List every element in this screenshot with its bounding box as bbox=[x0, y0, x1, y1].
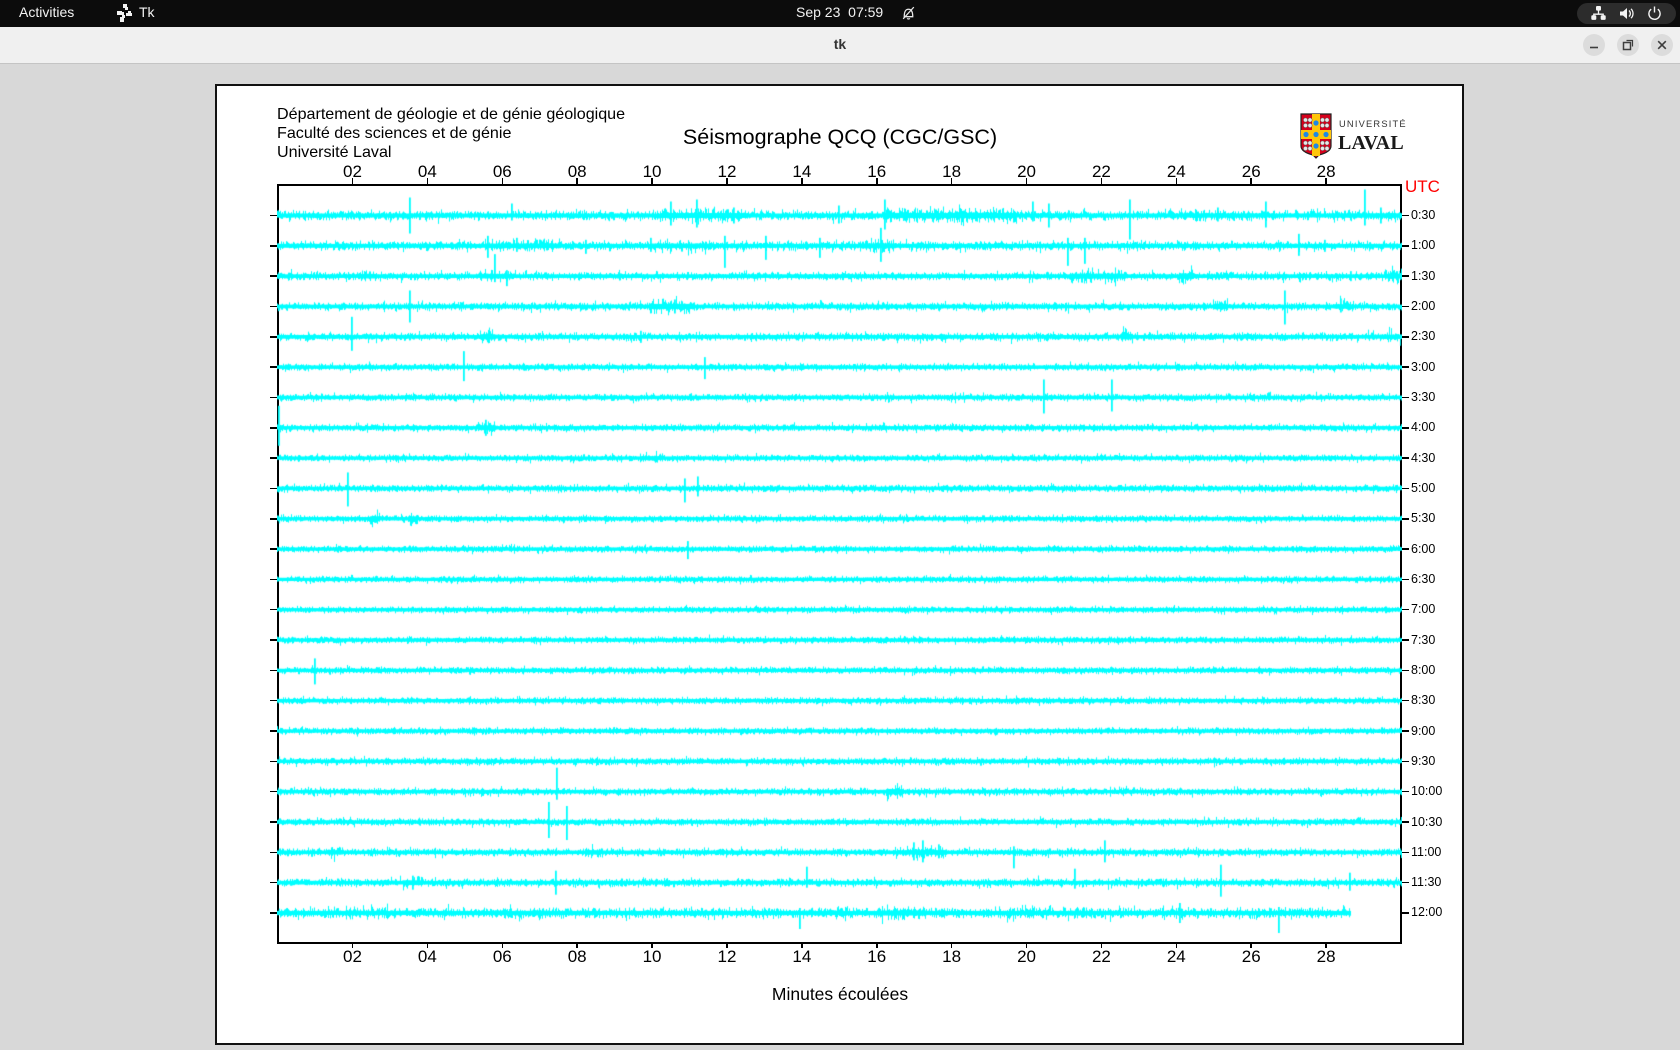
svg-text:UNIVERSITÉ: UNIVERSITÉ bbox=[1339, 119, 1407, 129]
svg-text:LAVAL: LAVAL bbox=[1338, 132, 1404, 154]
